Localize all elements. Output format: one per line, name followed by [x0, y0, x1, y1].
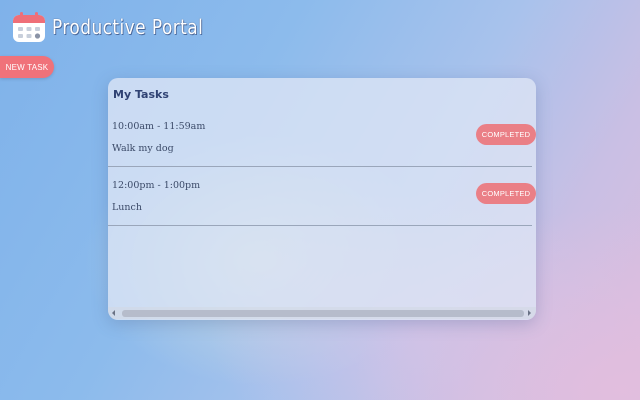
task-name: Lunch [112, 202, 142, 213]
task-row: 12:00pm - 1:00pm Lunch COMPLETED [108, 166, 536, 226]
app-header: Productive Portal [12, 10, 230, 44]
scroll-right-arrow-icon[interactable] [528, 310, 531, 316]
scroll-thumb[interactable] [122, 310, 524, 317]
horizontal-scrollbar[interactable] [108, 307, 536, 319]
task-time: 12:00pm - 1:00pm [112, 180, 201, 191]
completed-button[interactable]: COMPLETED [476, 183, 536, 204]
task-name: Walk my dog [112, 143, 174, 154]
calendar-icon [13, 12, 45, 42]
new-task-button[interactable]: NEW TASK [0, 56, 54, 78]
tasks-panel: My Tasks 10:00am - 11:59am Walk my dog C… [108, 78, 536, 320]
task-time: 10:00am - 11:59am [112, 121, 206, 132]
app-title: Productive Portal [52, 15, 204, 39]
scroll-left-arrow-icon[interactable] [112, 310, 115, 316]
task-row: 10:00am - 11:59am Walk my dog COMPLETED [108, 107, 536, 167]
completed-button[interactable]: COMPLETED [476, 124, 536, 145]
panel-title: My Tasks [113, 88, 169, 101]
